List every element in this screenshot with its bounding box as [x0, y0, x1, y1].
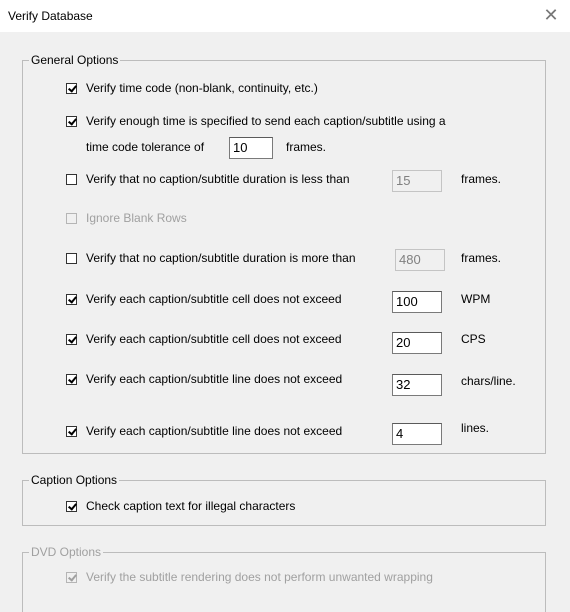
ignore-blank-rows-label: Ignore Blank Rows [86, 211, 187, 225]
general-options-group: General Options Verify time code (non-bl… [22, 53, 546, 454]
chars-per-line-label: Verify each caption/subtitle line does n… [86, 372, 343, 386]
max-duration-checkbox[interactable] [66, 253, 77, 264]
verify-enough-time-label-line1: Verify enough time is specified to send … [86, 114, 446, 128]
max-duration-unit: frames. [461, 251, 502, 265]
lines-unit: lines. [461, 421, 490, 435]
title-bar: Verify Database ✕ [0, 0, 570, 32]
verify-time-code-label: Verify time code (non-blank, continuity,… [86, 81, 318, 95]
lines-label: Verify each caption/subtitle line does n… [86, 424, 343, 438]
tolerance-frames-unit: frames. [286, 140, 327, 154]
cps-checkbox[interactable] [66, 334, 77, 345]
subtitle-wrapping-label: Verify the subtitle rendering does not p… [86, 570, 433, 584]
chars-per-line-unit: chars/line. [461, 374, 516, 388]
cps-unit: CPS [461, 332, 486, 346]
wpm-unit: WPM [461, 292, 491, 306]
cps-label: Verify each caption/subtitle cell does n… [86, 332, 342, 346]
wpm-label: Verify each caption/subtitle cell does n… [86, 292, 342, 306]
max-duration-label: Verify that no caption/subtitle duration… [86, 251, 356, 265]
max-duration-input[interactable]: 480 [395, 249, 445, 271]
min-duration-unit: frames. [461, 172, 502, 186]
lines-checkbox[interactable] [66, 426, 77, 437]
verify-enough-time-checkbox[interactable] [66, 116, 77, 127]
caption-options-legend: Caption Options [29, 473, 120, 487]
lines-input[interactable]: 4 [392, 423, 442, 445]
illegal-chars-label: Check caption text for illegal character… [86, 499, 296, 513]
general-options-legend: General Options [29, 53, 121, 67]
dvd-options-legend: DVD Options [29, 545, 104, 559]
close-icon[interactable]: ✕ [532, 0, 570, 32]
dvd-options-group: DVD Options Verify the subtitle renderin… [22, 545, 546, 612]
window-title: Verify Database [8, 9, 93, 23]
verify-time-code-checkbox[interactable] [66, 83, 77, 94]
illegal-chars-checkbox[interactable] [66, 501, 77, 512]
min-duration-input[interactable]: 15 [392, 170, 442, 192]
caption-options-group: Caption Options Check caption text for i… [22, 473, 546, 526]
ignore-blank-rows-checkbox[interactable] [66, 213, 77, 224]
min-duration-checkbox[interactable] [66, 174, 77, 185]
wpm-input[interactable]: 100 [392, 291, 442, 313]
chars-per-line-checkbox[interactable] [66, 374, 77, 385]
subtitle-wrapping-checkbox[interactable] [66, 572, 77, 583]
verify-enough-time-label-line2: time code tolerance of [86, 140, 205, 154]
min-duration-label: Verify that no caption/subtitle duration… [86, 172, 350, 186]
wpm-checkbox[interactable] [66, 294, 77, 305]
chars-per-line-input[interactable]: 32 [392, 374, 442, 396]
tolerance-frames-input[interactable]: 10 [229, 137, 273, 159]
cps-input[interactable]: 20 [392, 332, 442, 354]
